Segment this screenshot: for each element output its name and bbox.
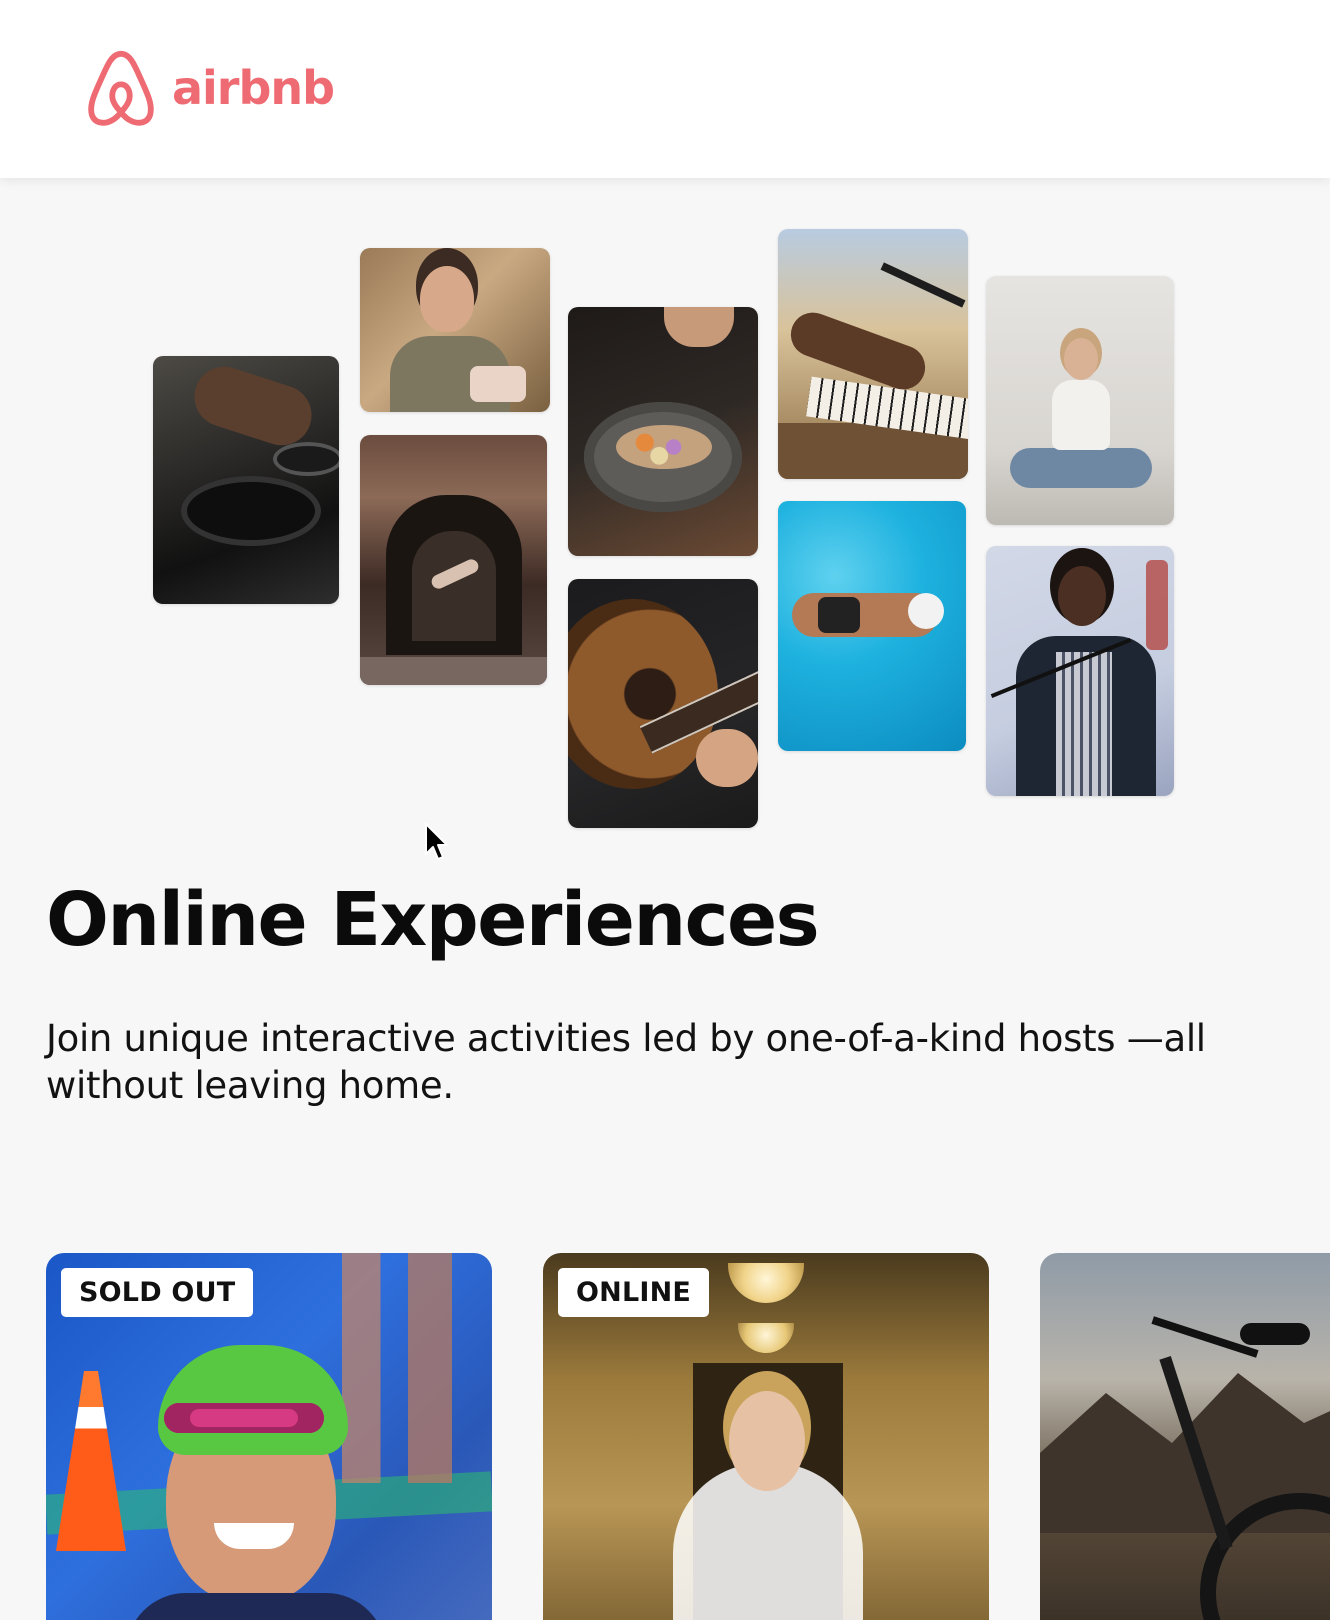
page-subtitle: Join unique interactive activities led b… [46,1017,1206,1107]
page-title: Online Experiences [46,877,820,963]
experience-card[interactable] [1040,1253,1330,1620]
collage-tile-piano [778,229,968,479]
experience-card[interactable]: ONLINE [543,1253,989,1620]
site-header: airbnb [0,0,1330,178]
airbnb-belo-icon [88,50,154,126]
collage-tile-baking [360,248,550,412]
collage-tile-yoga [986,276,1174,525]
collage-tile-swimming [778,501,966,751]
airbnb-logo-link[interactable]: airbnb [84,48,335,128]
mouse-pointer-icon [425,823,448,860]
brand-wordmark: airbnb [172,61,335,115]
collage-tile-singing [986,546,1174,796]
collage-tile-guitar [568,579,758,828]
collage-tile-food [568,307,758,556]
collage-tile-cooking [153,356,339,604]
collage-tile-dance [360,435,547,685]
page: airbnb Online Experiences Join unique in… [0,0,1330,1620]
experience-card[interactable]: SOLD OUT [46,1253,492,1620]
status-badge: SOLD OUT [61,1268,254,1317]
status-badge: ONLINE [558,1268,710,1317]
